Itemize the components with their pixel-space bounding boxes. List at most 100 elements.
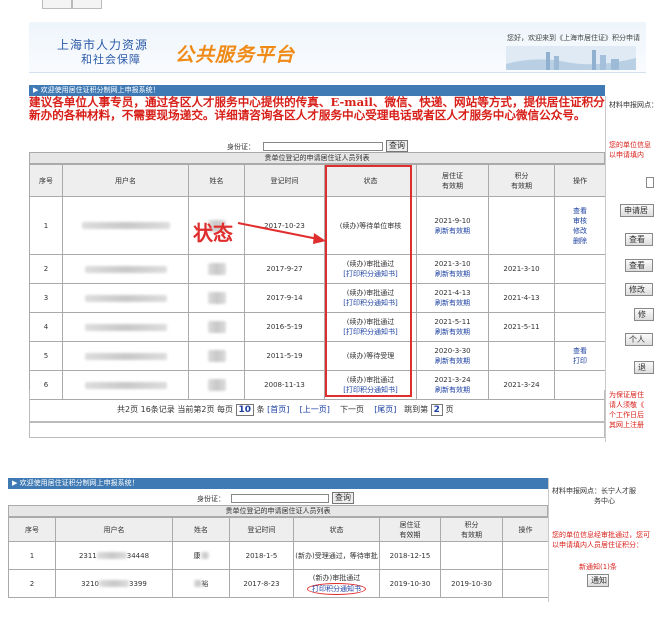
col-reg-time: 登记时间 xyxy=(229,517,294,542)
site-header: 上海市人力资源 和社会保障 公共服务平台 您好，欢迎来到《上海市居住证》积分申请 xyxy=(29,22,646,73)
notice-button[interactable]: 通知 xyxy=(587,574,609,587)
panel-footer xyxy=(29,422,605,438)
permit-date: 2021-3-10 xyxy=(434,260,471,268)
ops-cell: 查看 审核 修改 删除 xyxy=(554,196,606,255)
score-date: 2021-3-10 xyxy=(488,254,555,284)
name-text: 裕 xyxy=(201,579,209,588)
query-button[interactable]: 查询 xyxy=(386,140,408,152)
table-caption: 贵单位登记的申请居住证人员列表 xyxy=(29,152,605,164)
col-score-valid: 积分 有效期 xyxy=(440,517,503,542)
refresh-link[interactable]: 刷新有效期 xyxy=(418,226,488,236)
jump-page-input[interactable]: 2 xyxy=(430,404,443,416)
sidebar2-info-line1: 您的单位信息经审批通过，您可 xyxy=(552,531,650,539)
logo-line-2: 和社会保障 xyxy=(81,53,141,66)
table-header-row: 序号 用户名 姓名 登记时间 状态 居住证 有效期 积分 有效期 操作 xyxy=(8,517,549,542)
view-link[interactable]: 查看 xyxy=(556,346,605,356)
sidebar-foot-1: 为保证居住 xyxy=(609,391,644,399)
back-button[interactable]: 退 xyxy=(634,361,654,374)
name-cell: 裕 xyxy=(172,569,230,598)
col-status: 状态 xyxy=(293,517,380,542)
id-label-2: 身份证： xyxy=(197,495,225,503)
permit-cell: 2021-9-10 刷新有效期 xyxy=(416,196,489,255)
permit-date: 2021-4-13 xyxy=(434,289,471,297)
reg-date: 2016-5-19 xyxy=(244,312,325,342)
row-no: 2 xyxy=(29,254,63,284)
next-page-link[interactable]: 下一页 xyxy=(340,405,364,414)
refresh-link[interactable]: 刷新有效期 xyxy=(418,356,488,366)
new-notice-count[interactable]: 新通知(1)条 xyxy=(579,562,617,572)
row-no: 1 xyxy=(29,196,63,255)
col-name: 姓名 xyxy=(172,517,230,542)
refresh-link[interactable]: 刷新有效期 xyxy=(418,327,488,337)
last-page-link[interactable]: [尾页] xyxy=(374,405,396,414)
name-blurred xyxy=(188,283,245,313)
col-status: 状态 xyxy=(324,164,417,197)
sidebar-foot-3: 个工作日后 xyxy=(609,411,644,419)
row-no: 2 xyxy=(8,569,56,598)
sidebar-info-line2: 以申请填内 xyxy=(609,151,644,159)
username-blurred xyxy=(62,312,189,342)
pager-unit: 条 xyxy=(256,405,265,414)
score-date xyxy=(488,196,555,255)
sidebar-panel: 材料申报网点： 您的单位信息 以申请填内 申请居 查看 查看 修改 修 个人 退… xyxy=(605,96,657,442)
permit-date: 2021-9-10 xyxy=(434,216,471,225)
permit-cell: 2021-3-10 刷新有效期 xyxy=(416,254,489,284)
query-button-2[interactable]: 查询 xyxy=(332,492,354,504)
username-prefix: 3210 xyxy=(81,579,99,588)
print-link[interactable]: 打印 xyxy=(556,356,605,366)
username-suffix: 34448 xyxy=(126,551,150,560)
row-no: 3 xyxy=(29,283,63,313)
per-page-input[interactable]: 10 xyxy=(235,404,255,416)
panel2-title-bar: ▶ 欢迎使用居住证积分制网上申报系统！ xyxy=(8,478,548,489)
username-blurred xyxy=(62,341,189,371)
username-blurred xyxy=(62,283,189,313)
id-input-2[interactable] xyxy=(231,494,329,503)
top-tab-stub xyxy=(42,0,72,9)
modify-button-2[interactable]: 修 xyxy=(634,308,654,321)
first-page-link[interactable]: [首页] xyxy=(267,405,289,414)
score-date xyxy=(488,341,555,371)
name-cell: 康 xyxy=(172,541,230,570)
prev-page-link[interactable]: [上一页] xyxy=(300,405,330,414)
view-button-2[interactable]: 查看 xyxy=(625,259,653,272)
print-notice-link[interactable]: [打印积分通知书] xyxy=(326,269,416,279)
applicant-table: 序号 用户名 姓名 登记时间 状态 居住证 有效期 积分 有效期 操作 1 20… xyxy=(29,164,606,400)
permit-date: 2021-5-11 xyxy=(434,318,471,326)
review-link[interactable]: 审核 xyxy=(556,216,605,226)
sidebar-info-line1: 您的单位信息 xyxy=(609,141,651,149)
status-text: (新办)审批通过 xyxy=(312,573,361,582)
sidebar-input[interactable] xyxy=(646,177,654,188)
refresh-link[interactable]: 刷新有效期 xyxy=(418,298,488,308)
ops-cell xyxy=(554,254,606,284)
status-text: (续办)审批通过 xyxy=(346,260,395,268)
id-input[interactable] xyxy=(263,142,383,151)
refresh-link[interactable]: 刷新有效期 xyxy=(418,269,488,279)
status-cell: (续办)审批通过 [打印积分通知书] xyxy=(324,283,417,313)
username-cell: 2311 34448 xyxy=(55,541,173,570)
row-no: 4 xyxy=(29,312,63,342)
sidebar2-panel: 材料申报网点：长宁人才服 务中心 您的单位信息经审批通过，您可 以申请填内人员居… xyxy=(548,478,651,602)
table-caption-2: 贵单位登记的申请居住证人员列表 xyxy=(8,505,548,517)
modify-button[interactable]: 修改 xyxy=(625,283,653,296)
print-notice-link[interactable]: [打印积分通知书] xyxy=(326,327,416,337)
score-date: 2021-5-11 xyxy=(488,312,555,342)
delete-link[interactable]: 删除 xyxy=(556,236,605,246)
col-ops: 操作 xyxy=(554,164,606,197)
status-text: (新办)受理通过，等待审批 xyxy=(293,541,380,570)
username-blurred xyxy=(62,196,189,255)
edit-link[interactable]: 修改 xyxy=(556,226,605,236)
col-score-valid: 积分 有效期 xyxy=(488,164,555,197)
apply-button[interactable]: 申请居 xyxy=(620,204,654,217)
sidebar-site-label: 材料申报网点： xyxy=(609,101,657,109)
permit-date: 2020-3-30 xyxy=(434,347,471,355)
username-cell: 3210 3399 xyxy=(55,569,173,598)
print-notice-link[interactable]: 打印积分通知书 xyxy=(307,582,366,595)
view-button[interactable]: 查看 xyxy=(625,233,653,246)
view-link[interactable]: 查看 xyxy=(556,206,605,216)
table-row: 5 2011-5-19 (续办)等待受理 2020-3-30 刷新有效期 查看 打… xyxy=(29,341,606,371)
status-text: (续办)审批通过 xyxy=(346,318,395,326)
status-text: (续办)审批通过 xyxy=(346,289,395,297)
status-text: (续办)等待受理 xyxy=(346,352,395,360)
print-notice-link[interactable]: [打印积分通知书] xyxy=(326,298,416,308)
personal-button[interactable]: 个人 xyxy=(625,333,653,346)
